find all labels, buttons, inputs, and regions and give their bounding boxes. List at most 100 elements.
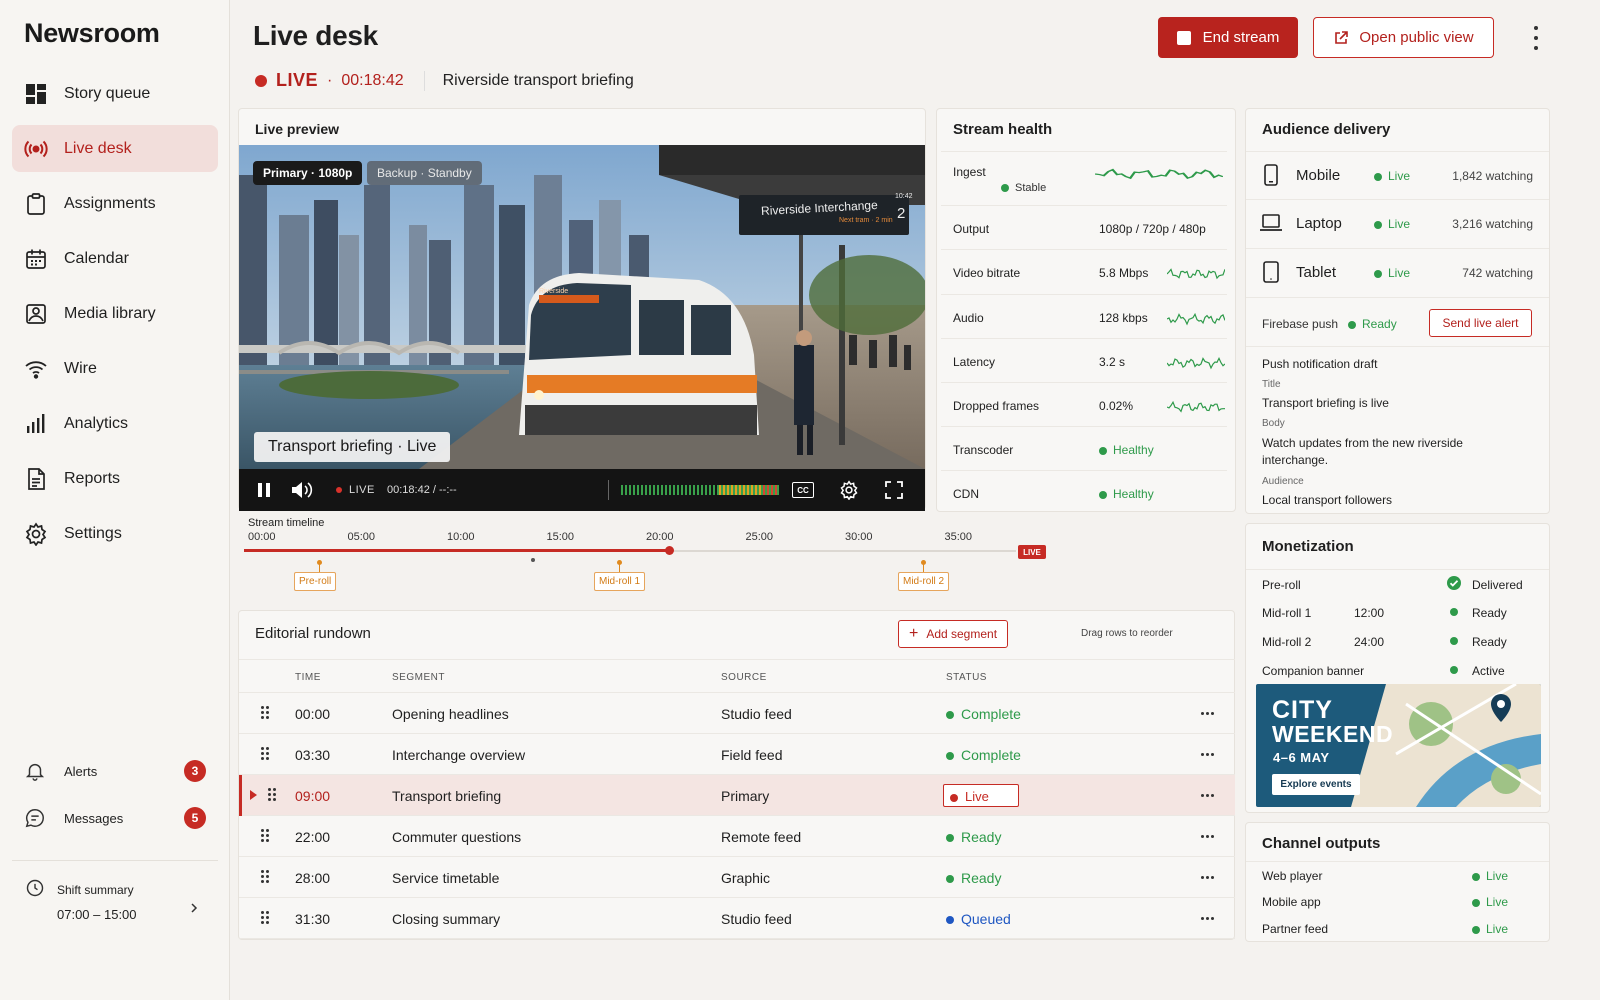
header-divider bbox=[423, 70, 425, 91]
player-live-label: LIVE bbox=[349, 484, 375, 496]
output-label: Mobile app bbox=[1262, 895, 1321, 909]
monetization-status: Ready bbox=[1472, 606, 1507, 620]
output-status-text: Live bbox=[1486, 895, 1509, 909]
timeline-live-badge: LIVE bbox=[1018, 545, 1046, 559]
drag-handle-icon[interactable] bbox=[261, 829, 271, 843]
stream-timeline[interactable]: Stream timeline 00:00 05:00 10:00 15:00 20:0… bbox=[238, 512, 1048, 602]
closed-captions-icon[interactable]: CC bbox=[792, 482, 814, 498]
sidebar-item-assignments[interactable]: Assignments bbox=[12, 180, 218, 227]
add-segment-label: Add segment bbox=[926, 627, 998, 641]
drag-handle-icon[interactable] bbox=[261, 706, 271, 720]
timeline-playhead[interactable] bbox=[664, 546, 674, 555]
rundown-row[interactable]: 31:30 Closing summary Studio feed Queued bbox=[239, 898, 1235, 939]
sidebar-item-analytics[interactable]: Analytics bbox=[12, 400, 218, 447]
pause-icon[interactable] bbox=[256, 482, 272, 498]
device-status-text: Live bbox=[1388, 169, 1411, 183]
send-live-alert-button[interactable]: Send live alert bbox=[1429, 309, 1532, 337]
output-status-text: Live bbox=[1486, 869, 1509, 883]
status-dot bbox=[946, 752, 954, 761]
plus-icon: + bbox=[908, 625, 919, 642]
banner-cta-button[interactable]: Explore events bbox=[1272, 774, 1360, 795]
ad-marker-mid-roll-2[interactable]: Mid-roll 2 bbox=[898, 572, 950, 591]
push-title-value[interactable]: Transport briefing is live bbox=[1262, 396, 1389, 410]
row-source: Field feed bbox=[721, 747, 783, 763]
row-status-badge: Ready bbox=[946, 870, 1001, 886]
row-more-icon[interactable] bbox=[1201, 753, 1217, 757]
shift-summary-label: Shift summary bbox=[57, 883, 134, 897]
drag-handle-icon[interactable] bbox=[261, 870, 271, 884]
shift-summary[interactable]: Shift summary 07:00 – 15:00 bbox=[12, 870, 218, 940]
dashboard-grid-icon bbox=[26, 83, 46, 104]
ad-marker-pre-roll[interactable]: Pre-roll bbox=[294, 572, 337, 591]
add-segment-button[interactable]: + Add segment bbox=[898, 620, 1008, 648]
settings-gear-icon[interactable] bbox=[839, 480, 859, 500]
end-stream-button[interactable]: End stream bbox=[1158, 17, 1298, 58]
station-sign-subtitle: Next tram · 2 min bbox=[839, 217, 893, 224]
ad-marker-mid-roll-1[interactable]: Mid-roll 1 bbox=[594, 572, 646, 591]
wifi-icon bbox=[25, 360, 47, 379]
shift-summary-time: 07:00 – 15:00 bbox=[57, 907, 137, 922]
row-segment: Service timetable bbox=[392, 870, 500, 886]
push-body-value[interactable]: Watch updates from the new riverside int… bbox=[1262, 435, 1472, 469]
primary-source-tag[interactable]: Primary · 1080p bbox=[253, 161, 363, 185]
sidebar-item-settings[interactable]: Settings bbox=[12, 510, 218, 557]
health-label: Latency bbox=[953, 355, 996, 369]
timeline-tick-label: 15:00 bbox=[546, 531, 575, 543]
reorder-hint: Drag rows to reorder bbox=[1081, 628, 1173, 639]
gear-icon bbox=[25, 521, 47, 546]
row-more-icon[interactable] bbox=[1201, 917, 1217, 921]
channel-output-partner-feed: Partner feed Live bbox=[1246, 915, 1549, 943]
sidebar-item-media-library[interactable]: Media library bbox=[12, 290, 218, 337]
sparkline-chart bbox=[1167, 312, 1225, 326]
messages-link[interactable]: Messages 5 bbox=[12, 800, 218, 836]
sidebar-item-wire[interactable]: Wire bbox=[12, 345, 218, 392]
rundown-table-header: TIME SEGMENT SOURCE STATUS bbox=[239, 659, 1235, 693]
rundown-row[interactable]: 22:00 Commuter questions Remote feed Ready bbox=[239, 816, 1235, 857]
rundown-row[interactable]: 03:30 Interchange overview Field feed Compl… bbox=[239, 734, 1235, 775]
sidebar-item-label: Story queue bbox=[64, 84, 151, 102]
device-row-laptop: Laptop Live 3,216 watching bbox=[1246, 200, 1549, 249]
timeline-tick-label: 30:00 bbox=[845, 531, 873, 543]
more-options-icon[interactable] bbox=[1526, 26, 1546, 50]
push-title-label: Title bbox=[1262, 379, 1281, 390]
channel-output-mobile-app: Mobile app Live bbox=[1246, 888, 1549, 916]
timeline-tick-label: 05:00 bbox=[347, 531, 376, 543]
companion-banner[interactable]: CITY WEEKEND 4–6 MAY Explore events bbox=[1256, 684, 1541, 807]
monetization-row-companion-banner: Companion banner Active bbox=[1246, 656, 1549, 685]
alerts-link[interactable]: Alerts 3 bbox=[12, 753, 218, 789]
drag-handle-icon[interactable] bbox=[261, 747, 271, 761]
video-player[interactable]: Primary · 1080p Backup · Standby Riversi… bbox=[239, 145, 925, 511]
timeline-progress bbox=[244, 549, 669, 552]
sparkline-chart bbox=[1095, 168, 1223, 180]
backup-source-tag[interactable]: Backup · Standby bbox=[367, 161, 482, 185]
row-more-icon[interactable] bbox=[1201, 835, 1217, 839]
row-time: 09:00 bbox=[295, 788, 331, 804]
banner-dates: 4–6 MAY bbox=[1273, 750, 1330, 765]
rundown-row[interactable]: 00:00 Opening headlines Studio feed Complet… bbox=[239, 693, 1235, 734]
rundown-row[interactable]: 09:00 Transport briefing Primary Live bbox=[239, 775, 1235, 816]
sidebar-item-label: Live desk bbox=[64, 139, 132, 157]
push-audience-value[interactable]: Local transport followers bbox=[1262, 493, 1392, 507]
row-more-icon[interactable] bbox=[1201, 712, 1217, 716]
fullscreen-icon[interactable] bbox=[885, 481, 903, 499]
health-row-audio: Audio 128 kbps bbox=[941, 294, 1227, 338]
row-status-badge: Complete bbox=[946, 706, 1021, 722]
status-dot bbox=[946, 875, 954, 884]
sidebar-item-reports[interactable]: Reports bbox=[12, 455, 218, 502]
calendar-icon bbox=[26, 249, 46, 269]
drag-handle-icon[interactable] bbox=[268, 788, 278, 802]
row-more-icon[interactable] bbox=[1201, 876, 1217, 880]
device-viewer-count: 742 watching bbox=[1462, 266, 1533, 280]
sidebar-item-story-queue[interactable]: Story queue bbox=[12, 70, 218, 117]
volume-icon[interactable] bbox=[291, 480, 313, 500]
open-public-view-button[interactable]: Open public view bbox=[1313, 17, 1494, 58]
row-more-icon[interactable] bbox=[1201, 794, 1217, 798]
drag-handle-icon[interactable] bbox=[261, 911, 271, 925]
col-status: STATUS bbox=[946, 672, 987, 683]
timeline-tick-label: 25:00 bbox=[745, 531, 774, 543]
sidebar-item-live-desk[interactable]: Live desk bbox=[12, 125, 218, 172]
sidebar-item-calendar[interactable]: Calendar bbox=[12, 235, 218, 282]
alerts-label: Alerts bbox=[64, 763, 98, 779]
rundown-row[interactable]: 28:00 Service timetable Graphic Ready bbox=[239, 857, 1235, 898]
health-label: Transcoder bbox=[953, 443, 1014, 457]
